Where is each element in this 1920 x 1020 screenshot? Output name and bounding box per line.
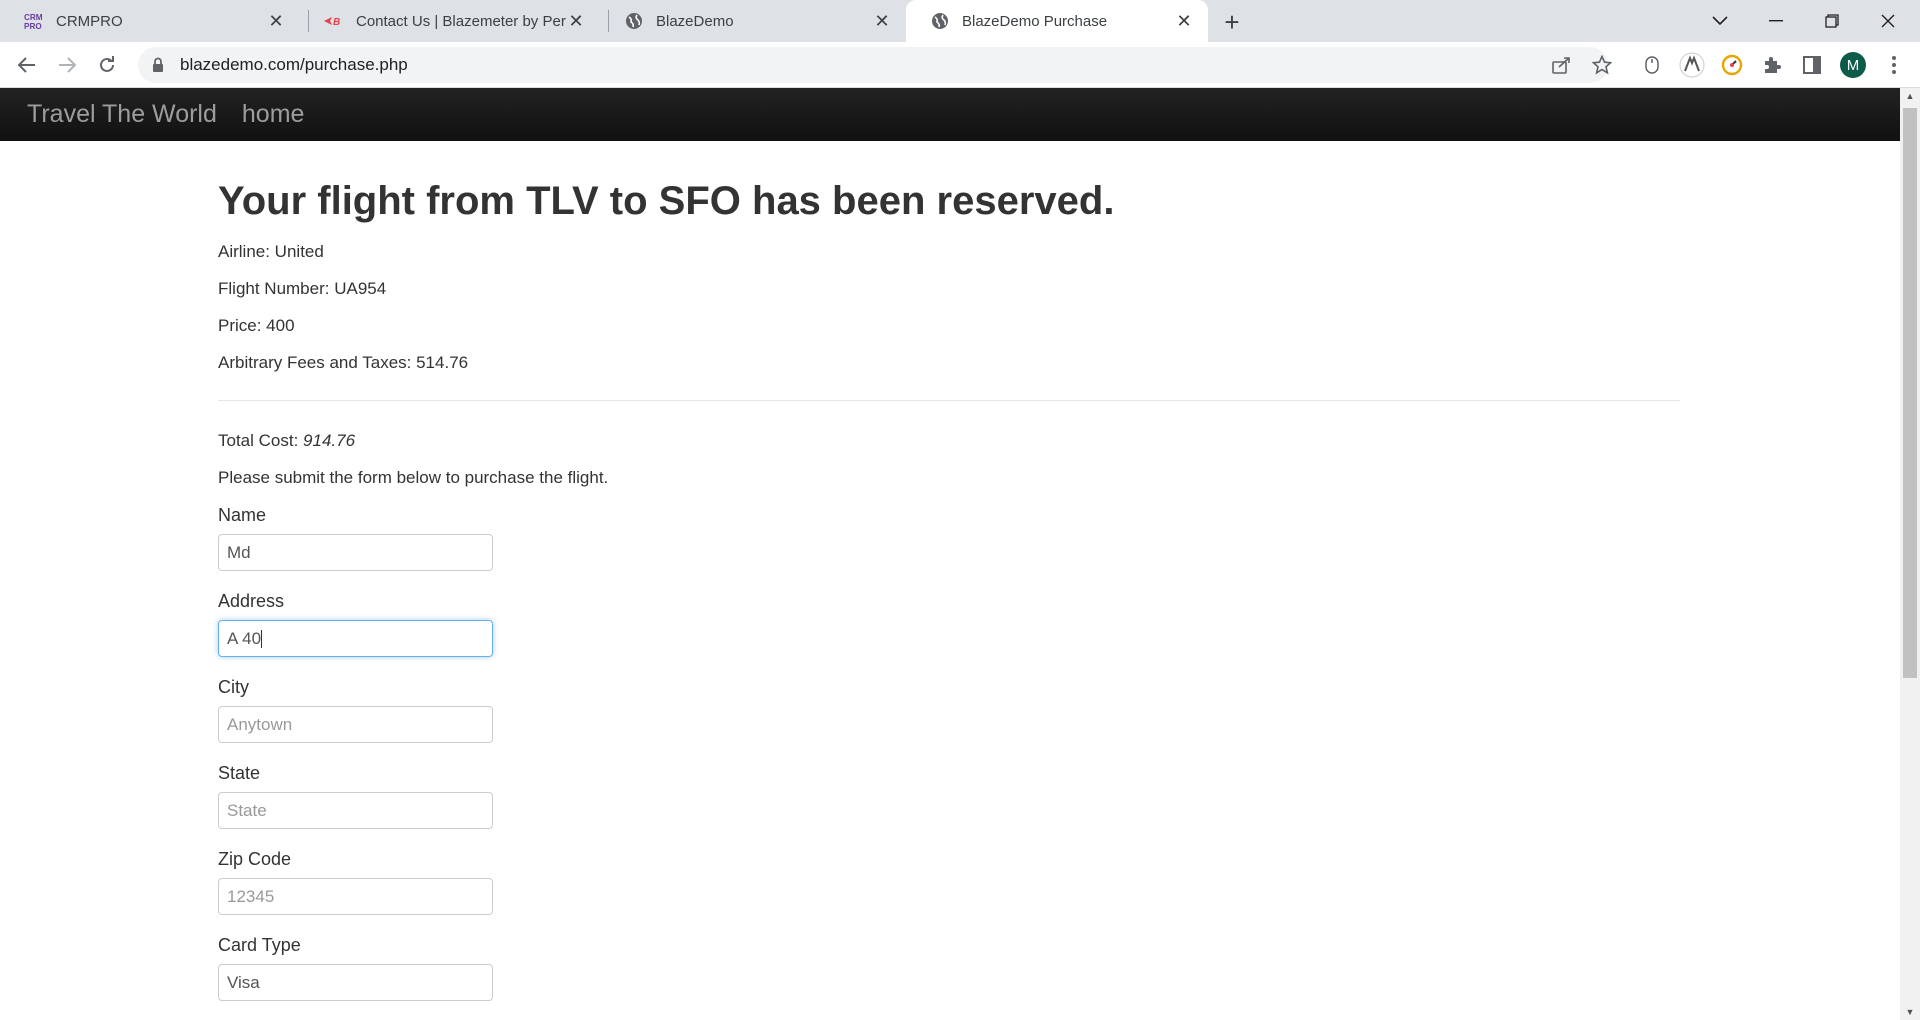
tab-crmpro[interactable]: CRM PRO CRMPRO ✕: [0, 0, 300, 42]
form-group-zip: Zip Code 12345: [218, 849, 1680, 915]
tab-title: Contact Us | Blazemeter by Perforce: [356, 12, 566, 30]
name-label: Name: [218, 505, 267, 525]
site-navbar: Travel The World home: [0, 88, 1900, 141]
purchase-content: Your flight from TLV to SFO has been res…: [218, 141, 1680, 1001]
state-label: State: [218, 763, 261, 783]
fees-text: Arbitrary Fees and Taxes: 514.76: [218, 353, 469, 372]
extension-logo-icon[interactable]: [1678, 51, 1706, 79]
profile-avatar[interactable]: M: [1840, 52, 1866, 78]
address-bar[interactable]: blazedemo.com/purchase.php: [138, 47, 1608, 83]
tab-blazemeter[interactable]: B Contact Us | Blazemeter by Perforce ✕: [300, 0, 600, 42]
reload-icon[interactable]: [93, 51, 121, 79]
address-label: Address: [218, 591, 285, 611]
tab-search-chevron-icon[interactable]: [1692, 0, 1748, 42]
address-input-value: A 40: [227, 628, 262, 648]
forward-arrow-icon[interactable]: [53, 51, 81, 79]
back-arrow-icon[interactable]: [13, 51, 41, 79]
globe-icon: [624, 11, 644, 31]
home-link[interactable]: home: [242, 100, 305, 129]
url-text: blazedemo.com/purchase.php: [180, 55, 408, 74]
total-cost-value: 914.76: [303, 431, 356, 450]
share-icon[interactable]: [1548, 51, 1576, 79]
form-group-state: State State: [218, 763, 1680, 829]
tab-blazedemo[interactable]: BlazeDemo ✕: [600, 0, 906, 42]
bookmark-star-icon[interactable]: [1588, 51, 1616, 79]
svg-text:B: B: [333, 17, 340, 27]
form-group-address: Address A 40: [218, 591, 1680, 657]
extensions-puzzle-icon[interactable]: [1758, 51, 1786, 79]
browser-toolbar: blazedemo.com/purchase.php M: [0, 42, 1920, 88]
window-close-icon[interactable]: [1860, 0, 1916, 42]
page-scrollbar[interactable]: ▲ ▼: [1900, 88, 1920, 1020]
minimize-icon[interactable]: [1748, 0, 1804, 42]
form-group-name: Name Md: [218, 505, 1680, 571]
more-menu-icon[interactable]: [1880, 51, 1908, 79]
instruction-text: Please submit the form below to purchase…: [218, 468, 609, 487]
zip-label: Zip Code: [218, 849, 292, 869]
name-input[interactable]: Md: [218, 534, 493, 571]
city-input[interactable]: Anytown: [218, 706, 493, 743]
card-type-select[interactable]: Visa: [218, 964, 493, 1001]
side-panel-icon[interactable]: [1798, 51, 1826, 79]
new-tab-button[interactable]: +: [1218, 7, 1246, 37]
text-caret: [261, 629, 263, 648]
scroll-down-arrow-icon[interactable]: ▼: [1900, 1004, 1920, 1020]
tab-title: BlazeDemo Purchase: [962, 12, 1108, 30]
state-input[interactable]: State: [218, 792, 493, 829]
crmpro-icon: CRM PRO: [24, 11, 44, 31]
close-icon[interactable]: ✕: [872, 11, 892, 31]
mouse-extension-icon[interactable]: [1638, 51, 1666, 79]
close-icon[interactable]: ✕: [566, 11, 586, 31]
close-icon[interactable]: ✕: [1174, 11, 1194, 31]
total-cost-label: Total Cost:: [218, 431, 304, 450]
form-group-city: City Anytown: [218, 677, 1680, 743]
address-input[interactable]: A 40: [218, 620, 493, 657]
divider: [218, 400, 1680, 401]
blazemeter-icon: B: [324, 11, 344, 31]
restore-icon[interactable]: [1804, 0, 1860, 42]
flight-number-text: Flight Number: UA954: [218, 279, 387, 298]
timer-extension-icon[interactable]: [1718, 51, 1746, 79]
globe-icon: [930, 11, 950, 31]
tab-blazedemo-purchase[interactable]: BlazeDemo Purchase ✕: [906, 0, 1208, 42]
close-icon[interactable]: ✕: [266, 11, 286, 31]
lock-icon[interactable]: [152, 57, 166, 73]
city-label: City: [218, 677, 249, 697]
price-text: Price: 400: [218, 316, 295, 335]
tab-title: BlazeDemo: [656, 12, 734, 30]
scroll-up-arrow-icon[interactable]: ▲: [1900, 88, 1920, 104]
svg-text:CRM: CRM: [24, 13, 43, 22]
tab-strip: CRM PRO CRMPRO ✕ B Contact Us | Blazemete…: [0, 0, 1920, 42]
page-viewport: Travel The World home Your flight from T…: [0, 88, 1900, 1020]
scroll-thumb[interactable]: [1903, 108, 1917, 678]
page-title: Your flight from TLV to SFO has been res…: [218, 179, 1115, 223]
svg-text:PRO: PRO: [24, 22, 42, 31]
zip-input[interactable]: 12345: [218, 878, 493, 915]
form-group-card-type: Card Type Visa: [218, 935, 1680, 1001]
brand-link[interactable]: Travel The World: [27, 100, 217, 129]
tab-title: CRMPRO: [56, 12, 123, 30]
card-type-label: Card Type: [218, 935, 301, 955]
airline-text: Airline: United: [218, 242, 324, 261]
total-cost-text: Total Cost: 914.76: [218, 431, 1680, 451]
